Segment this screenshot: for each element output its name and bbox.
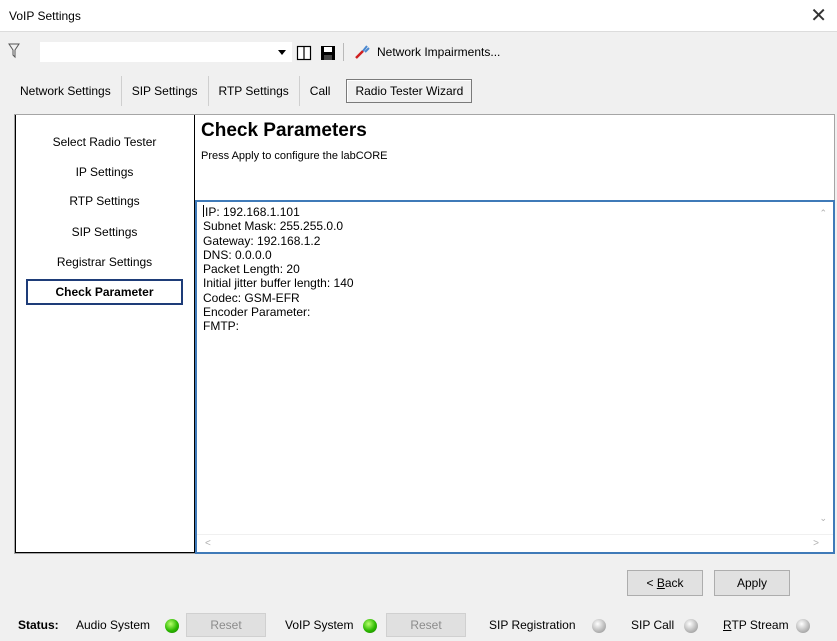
voip-reset-button[interactable]: Reset	[386, 613, 466, 637]
sidebar-item-rtp-settings[interactable]: RTP Settings	[26, 188, 183, 214]
scroll-up-icon[interactable]: ⌃	[819, 208, 827, 219]
audio-system-label: Audio System	[76, 618, 151, 632]
window-title: VoIP Settings	[9, 9, 81, 23]
filter-icon[interactable]	[8, 43, 20, 62]
sidebar-item-check-parameter[interactable]: Check Parameter	[26, 279, 183, 305]
audio-system-led-icon	[165, 619, 179, 633]
tab-bar: Network Settings SIP Settings RTP Settin…	[10, 76, 478, 106]
param-fmtp: FMTP:	[203, 319, 239, 334]
step-header: Check Parameters Press Apply to configur…	[196, 115, 834, 199]
scroll-right-icon[interactable]: >	[813, 538, 819, 549]
back-accesskey: B	[656, 576, 665, 590]
status-bar: Status: Audio System Reset VoIP System R…	[0, 610, 837, 641]
text-caret	[203, 205, 204, 217]
wizard-sidebar: Select Radio Tester IP Settings RTP Sett…	[15, 115, 195, 553]
parameter-lines: IP: 192.168.1.101 Subnet Mask: 255.255.0…	[203, 205, 354, 334]
sip-call-led-icon	[684, 619, 698, 633]
columns-icon[interactable]	[296, 45, 312, 64]
sip-call-label: SIP Call	[631, 618, 675, 632]
filter-combo[interactable]	[40, 42, 292, 62]
network-impairments-label: Network Impairments...	[377, 45, 501, 59]
back-label: ack	[664, 576, 684, 590]
tab-radio-tester-wizard[interactable]: Radio Tester Wizard	[346, 79, 473, 103]
param-dns: DNS: 0.0.0.0	[203, 247, 272, 262]
back-prefix: <	[646, 576, 657, 590]
voip-system-label: VoIP System	[285, 618, 354, 632]
rtp-stream-label: RTP Stream	[723, 618, 789, 632]
tab-call[interactable]: Call	[300, 76, 341, 106]
toolbar: Network Impairments...	[0, 33, 837, 71]
param-gateway: Gateway: 192.168.1.2	[203, 233, 321, 248]
title-bar: VoIP Settings ✕	[0, 0, 837, 32]
param-jitter-buffer: Initial jitter buffer length: 140	[203, 276, 354, 291]
sip-registration-label: SIP Registration	[489, 618, 576, 632]
param-ip: IP: 192.168.1.101	[205, 205, 300, 219]
sidebar-item-sip-settings[interactable]: SIP Settings	[26, 219, 183, 245]
save-icon[interactable]	[320, 45, 336, 64]
status-label: Status:	[18, 618, 59, 632]
sidebar-item-select-radio-tester[interactable]: Select Radio Tester	[26, 129, 183, 155]
chevron-down-icon[interactable]	[278, 50, 286, 55]
tab-rtp-settings[interactable]: RTP Settings	[209, 76, 300, 106]
audio-reset-button[interactable]: Reset	[186, 613, 266, 637]
rtp-stream-led-icon	[796, 619, 810, 633]
param-packet-length: Packet Length: 20	[203, 262, 300, 277]
tab-network-settings[interactable]: Network Settings	[10, 76, 122, 106]
page-subtitle: Press Apply to configure the labCORE	[201, 150, 388, 162]
sip-registration-led-icon	[592, 619, 606, 633]
toolbar-separator	[343, 43, 344, 61]
back-button[interactable]: < Back	[627, 570, 703, 596]
param-encoder: Encoder Parameter:	[203, 305, 311, 320]
param-line-ip: IP: 192.168.1.101	[203, 205, 354, 219]
network-impairments-button[interactable]: Network Impairments...	[353, 41, 500, 63]
rtp-label-rest: TP Stream	[731, 618, 789, 632]
close-icon[interactable]: ✕	[810, 3, 827, 27]
param-codec: Codec: GSM-EFR	[203, 290, 300, 305]
apply-button[interactable]: Apply	[714, 570, 790, 596]
scroll-left-icon[interactable]: <	[205, 538, 211, 549]
sidebar-item-registrar-settings[interactable]: Registrar Settings	[26, 249, 183, 275]
wrench-icon	[355, 45, 370, 59]
tab-sip-settings[interactable]: SIP Settings	[122, 76, 209, 106]
scroll-down-icon[interactable]: ⌄	[819, 513, 827, 524]
voip-system-led-icon	[363, 619, 377, 633]
parameter-textbox[interactable]: IP: 192.168.1.101 Subnet Mask: 255.255.0…	[195, 200, 835, 554]
sidebar-item-ip-settings[interactable]: IP Settings	[26, 159, 183, 185]
param-subnet: Subnet Mask: 255.255.0.0	[203, 219, 344, 234]
page-title: Check Parameters	[201, 120, 367, 141]
wizard-panel: Select Radio Tester IP Settings RTP Sett…	[14, 114, 835, 554]
horizontal-scrollbar[interactable]: < >	[197, 534, 833, 552]
